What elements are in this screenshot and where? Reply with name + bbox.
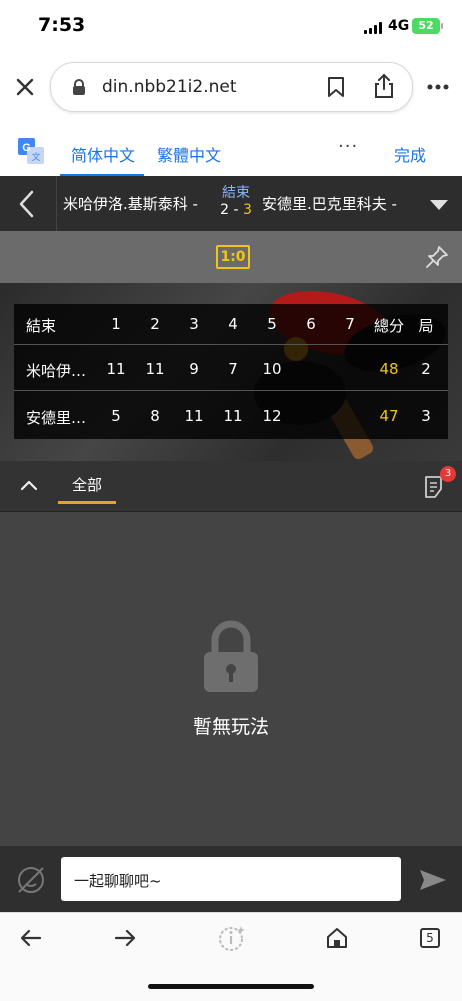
lock-icon (73, 79, 85, 95)
player2-set1: 5 (111, 407, 121, 425)
match-score: 2 - 3 (216, 202, 256, 218)
match-status: 結束 (222, 185, 250, 201)
back-icon[interactable] (18, 190, 34, 218)
chat-placeholder: 一起聊聊吧~ (74, 872, 162, 890)
home-indicator (148, 984, 314, 989)
row-divider (14, 390, 448, 391)
tab-simplified-chinese[interactable]: 简体中文 (71, 142, 135, 166)
match-header: 米哈伊洛.基斯泰科 - 結束 2 - 3 安德里.巴克里科夫 - (0, 176, 462, 231)
table-header-set2: 2 (150, 315, 160, 333)
player1-total: 48 (379, 360, 399, 378)
svg-text:文: 文 (31, 151, 40, 162)
collapse-chevron-icon[interactable] (20, 479, 38, 491)
signal-icon (364, 22, 384, 34)
player1-games: 2 (421, 360, 431, 378)
close-icon[interactable] (16, 78, 34, 96)
player1-set2: 11 (145, 360, 165, 378)
table-header-total: 總分 (373, 317, 404, 335)
player2-name: 安德里… (26, 409, 87, 427)
page-info-icon[interactable] (218, 924, 246, 952)
send-icon[interactable] (418, 868, 448, 892)
google-translate-icon[interactable]: G 文 (18, 138, 44, 164)
svg-text:G: G (22, 142, 31, 154)
status-time: 7:53 (38, 14, 86, 36)
share-icon[interactable] (373, 73, 395, 99)
table-header-status: 結束 (26, 317, 57, 335)
more-options-icon[interactable] (427, 84, 449, 90)
emoji-disabled-icon[interactable] (16, 865, 46, 895)
table-header-set7: 7 (345, 315, 355, 333)
header-divider (56, 176, 57, 231)
table-header-set1: 1 (111, 315, 121, 333)
url-text: din.nbb21i2.net (102, 77, 237, 97)
empty-state-text: 暫無玩法 (192, 716, 269, 738)
tab-traditional-chinese[interactable]: 繁體中文 (157, 142, 221, 166)
player2-set5: 12 (262, 407, 282, 425)
table-header-set4: 4 (228, 315, 238, 333)
table-header-set3: 3 (189, 315, 199, 333)
row-divider (14, 344, 448, 345)
player1-set4: 7 (228, 360, 238, 378)
player1-set3: 9 (189, 360, 199, 378)
player1-set5: 10 (262, 360, 282, 378)
player2-set3: 11 (184, 407, 204, 425)
score-separator: - (229, 202, 243, 218)
active-tab-underline (58, 501, 116, 504)
home-icon[interactable] (325, 926, 349, 950)
score-away: 3 (242, 202, 252, 218)
market-tabs: 全部 (0, 461, 462, 512)
browser-toolbar: din.nbb21i2.net (0, 52, 462, 122)
pin-icon[interactable] (425, 245, 449, 269)
battery-icon: 52 (412, 18, 440, 34)
score-badge-bar: 1:0 (0, 231, 462, 283)
battery-cap (441, 23, 443, 29)
player2-games: 3 (421, 407, 431, 425)
player2-total: 47 (379, 407, 399, 425)
score-table: 結束 1 2 3 4 5 6 7 總分 局 米哈伊… 11 11 9 7 10 … (14, 304, 448, 439)
home-team-name: 米哈伊洛.基斯泰科 - (63, 195, 198, 213)
table-header-set5: 5 (267, 315, 277, 333)
player2-set4: 11 (223, 407, 243, 425)
markets-content (0, 512, 462, 846)
translate-bar: G 文 简体中文 繁體中文 ··· 完成 (0, 122, 462, 177)
back-arrow-icon[interactable] (20, 929, 42, 947)
bookmark-icon[interactable] (327, 76, 345, 98)
tab-all[interactable]: 全部 (72, 474, 102, 495)
network-type: 4G (388, 18, 410, 34)
lock-empty-icon (204, 620, 258, 692)
away-team-name: 安德里.巴克里科夫 - (262, 195, 397, 213)
player2-set2: 8 (150, 407, 160, 425)
notification-badge: 3 (440, 466, 456, 482)
dropdown-arrow-icon[interactable] (430, 200, 448, 210)
tabs-count-button[interactable]: 5 (420, 928, 440, 948)
score-home: 2 (220, 202, 230, 218)
table-header-games: 局 (418, 317, 434, 335)
player1-set1: 11 (106, 360, 126, 378)
set-score-badge: 1:0 (216, 245, 250, 269)
table-header-set6: 6 (306, 315, 316, 333)
translate-more-button[interactable]: ··· (338, 136, 358, 157)
player1-name: 米哈伊… (26, 362, 87, 380)
translate-done-button[interactable]: 完成 (394, 142, 426, 166)
forward-arrow-icon[interactable] (114, 929, 136, 947)
status-bar: 7:53 4G 52 (0, 0, 462, 52)
scoreboard-panel: 結束 1 2 3 4 5 6 7 總分 局 米哈伊… 11 11 9 7 10 … (0, 283, 462, 461)
